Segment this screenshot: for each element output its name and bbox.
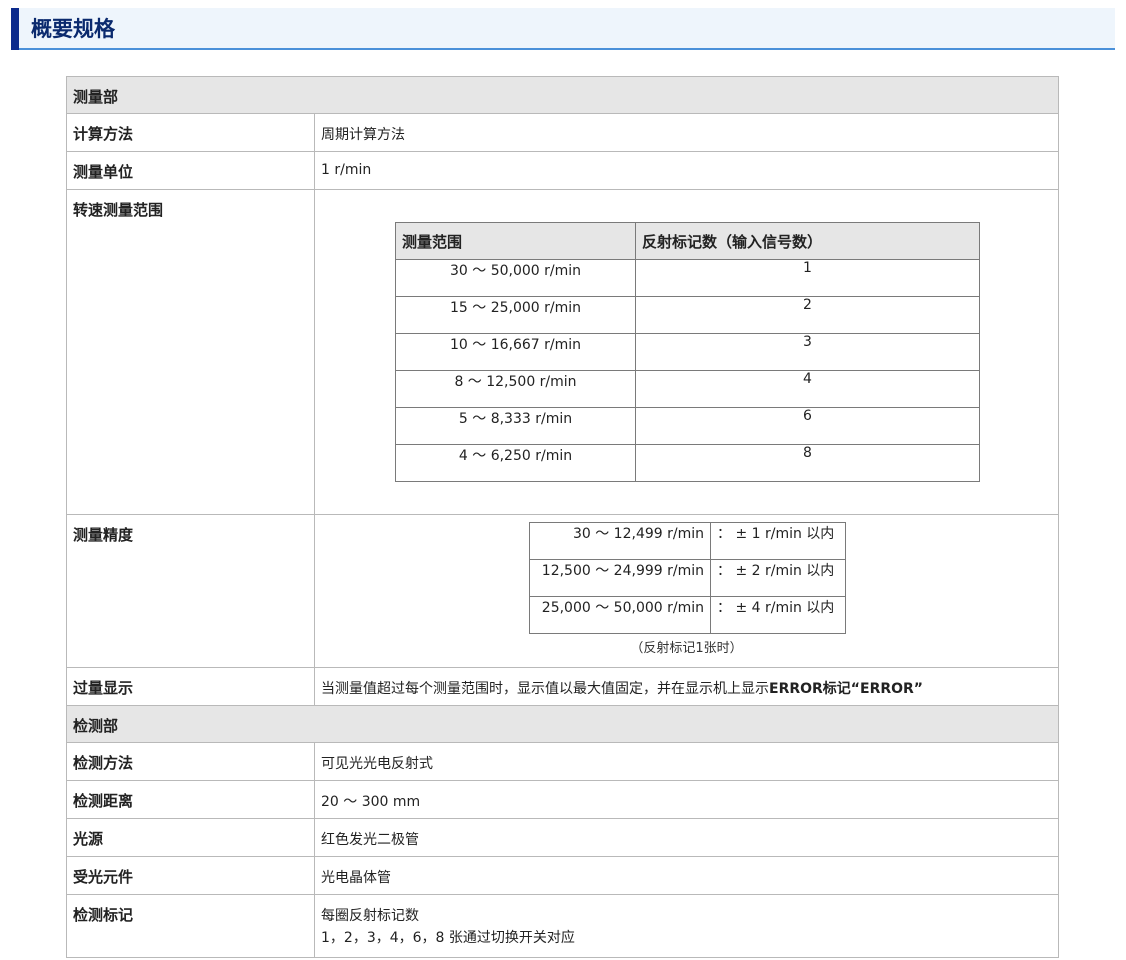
distance-label: 检测距离 xyxy=(66,780,315,819)
group-detect: 检测部 xyxy=(66,705,1059,743)
range-cell-range: 8 ～ 12,500 r/min xyxy=(395,370,636,408)
group-measure: 测量部 xyxy=(66,76,1059,114)
unit-label: 测量单位 xyxy=(66,151,315,190)
over-value-error: ERROR标记“ERROR” xyxy=(769,681,924,697)
range-cell-marks: 4 xyxy=(635,370,980,408)
receiver-label: 受光元件 xyxy=(66,856,315,895)
over-value: 当测量值超过每个测量范围时，显示值以最大值固定，并在显示机上显示ERROR标记“… xyxy=(314,667,1059,706)
range-cell-marks: 1 xyxy=(635,259,980,297)
light-label: 光源 xyxy=(66,818,315,857)
section-header: 概要规格 xyxy=(11,8,1115,50)
range-cell-marks: 3 xyxy=(635,333,980,371)
range-cell-marks: 8 xyxy=(635,444,980,482)
accuracy-note: （反射标记1张时） xyxy=(630,641,743,656)
table-row: 12,500 ～ 24,999 r/min ： ± 2 r/min 以内 xyxy=(529,559,846,597)
method-value: 可见光光电反射式 xyxy=(314,742,1059,781)
header-accent-bar xyxy=(11,8,19,50)
accuracy-range: 30 ～ 12,499 r/min xyxy=(529,522,711,560)
range-header-col1: 测量范围 xyxy=(395,222,636,260)
accuracy-range: 12,500 ～ 24,999 r/min xyxy=(529,559,711,597)
over-value-text: 当测量值超过每个测量范围时，显示值以最大值固定，并在显示机上显示 xyxy=(321,681,769,697)
range-cell-range: 10 ～ 16,667 r/min xyxy=(395,333,636,371)
accuracy-tolerance: ： ± 2 r/min 以内 xyxy=(710,559,846,597)
calc-label: 计算方法 xyxy=(66,113,315,152)
accuracy-cell: 30 ～ 12,499 r/min ： ± 1 r/min 以内 12,500 … xyxy=(314,514,1059,668)
mark-value: 每圈反射标记数 1，2，3，4，6，8 张通过切换开关对应 xyxy=(314,894,1059,958)
table-row: 15 ～ 25,000 r/min 2 xyxy=(395,296,980,334)
table-row: 5 ～ 8,333 r/min 6 xyxy=(395,407,980,445)
range-cell-marks: 6 xyxy=(635,407,980,445)
table-row: 10 ～ 16,667 r/min 3 xyxy=(395,333,980,371)
range-label: 转速测量范围 xyxy=(66,189,315,515)
unit-value: 1 r/min xyxy=(314,151,1059,190)
range-header-col2: 反射标记数（输入信号数） xyxy=(635,222,980,260)
range-cell-marks: 2 xyxy=(635,296,980,334)
accuracy-label: 测量精度 xyxy=(66,514,315,668)
table-row: 8 ～ 12,500 r/min 4 xyxy=(395,370,980,408)
calc-value: 周期计算方法 xyxy=(314,113,1059,152)
range-cell-range: 15 ～ 25,000 r/min xyxy=(395,296,636,334)
mark-label: 检测标记 xyxy=(66,894,315,958)
distance-value: 20 ～ 300 mm xyxy=(314,780,1059,819)
page-title: 概要规格 xyxy=(31,17,115,41)
range-table: 测量范围 反射标记数（输入信号数） 30 ～ 50,000 r/min 1 15… xyxy=(395,222,980,482)
accuracy-tolerance: ： ± 4 r/min 以内 xyxy=(710,596,846,634)
mark-value-line1: 每圈反射标记数 xyxy=(321,908,419,924)
accuracy-tolerance: ： ± 1 r/min 以内 xyxy=(710,522,846,560)
table-row: 30 ～ 50,000 r/min 1 xyxy=(395,259,980,297)
over-label: 过量显示 xyxy=(66,667,315,706)
spec-table: 测量部 计算方法 周期计算方法 测量单位 1 r/min 转速测量范围 测量范围… xyxy=(66,76,1059,958)
receiver-value: 光电晶体管 xyxy=(314,856,1059,895)
accuracy-range: 25,000 ～ 50,000 r/min xyxy=(529,596,711,634)
range-cell-range: 5 ～ 8,333 r/min xyxy=(395,407,636,445)
table-row: 4 ～ 6,250 r/min 8 xyxy=(395,444,980,482)
table-row: 30 ～ 12,499 r/min ： ± 1 r/min 以内 xyxy=(529,522,846,560)
method-label: 检测方法 xyxy=(66,742,315,781)
mark-value-line2: 1，2，3，4，6，8 张通过切换开关对应 xyxy=(321,930,575,946)
table-row: 25,000 ～ 50,000 r/min ： ± 4 r/min 以内 xyxy=(529,596,846,634)
range-cell: 测量范围 反射标记数（输入信号数） 30 ～ 50,000 r/min 1 15… xyxy=(314,189,1059,515)
range-cell-range: 4 ～ 6,250 r/min xyxy=(395,444,636,482)
range-cell-range: 30 ～ 50,000 r/min xyxy=(395,259,636,297)
accuracy-table: 30 ～ 12,499 r/min ： ± 1 r/min 以内 12,500 … xyxy=(529,522,846,634)
light-value: 红色发光二极管 xyxy=(314,818,1059,857)
